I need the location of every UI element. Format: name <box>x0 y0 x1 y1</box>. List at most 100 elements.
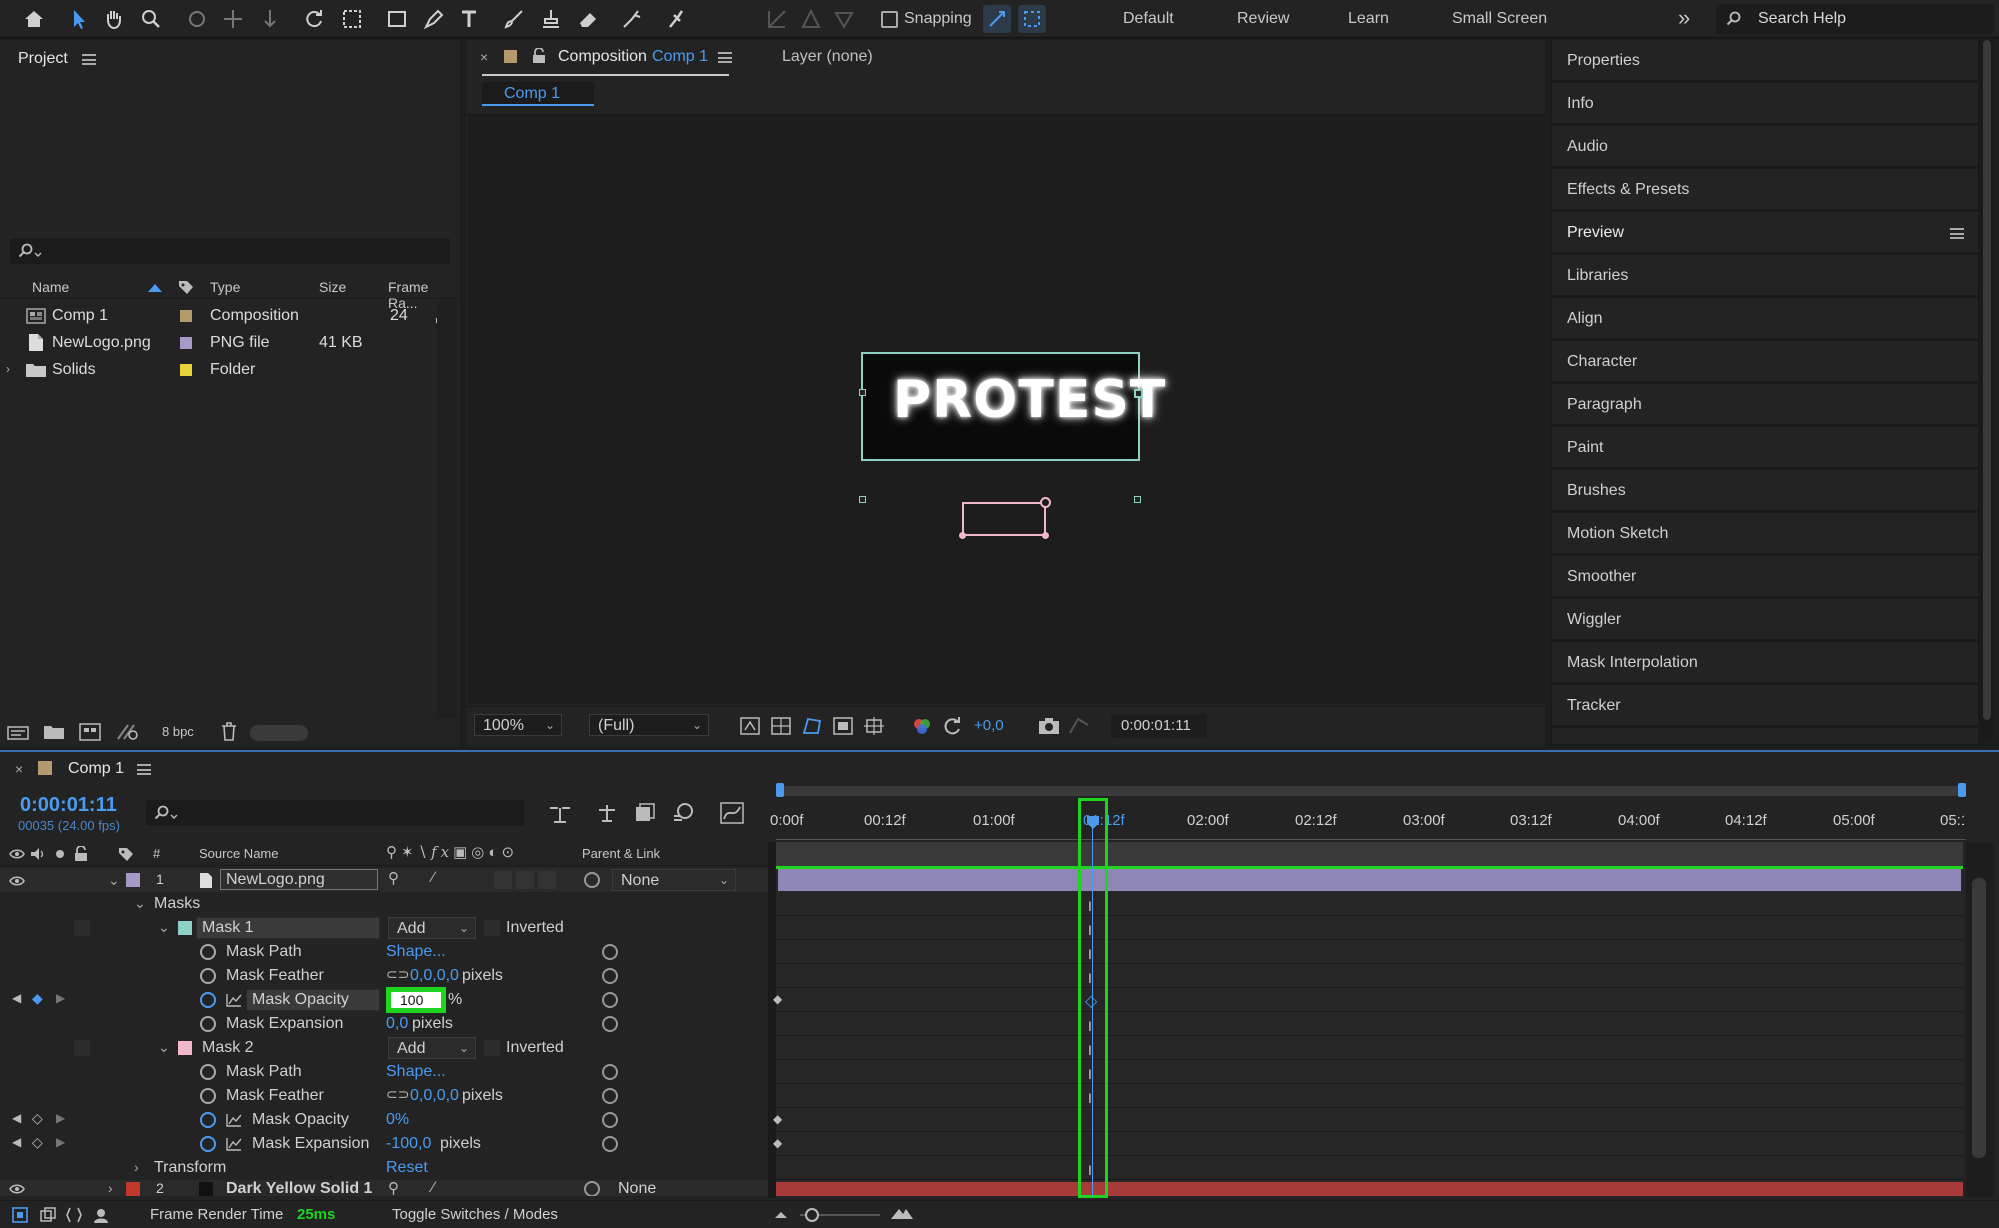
layer-expand-chevron-icon[interactable]: › <box>108 1180 113 1196</box>
mask-2-vertex[interactable] <box>1040 497 1051 508</box>
pan-behind-tool-icon[interactable] <box>338 5 366 33</box>
toggle-switches-modes-button[interactable]: Toggle Switches / Modes <box>392 1206 558 1223</box>
masks-expand-chevron-icon[interactable]: ⌄ <box>134 895 146 912</box>
zoom-out-icon[interactable] <box>774 1209 788 1219</box>
masks-group-row[interactable]: ⌄ Masks <box>0 892 770 916</box>
project-panel-title[interactable]: Project <box>18 50 68 68</box>
pickwhip-icon[interactable] <box>584 1181 600 1196</box>
comp-flowchart-icon[interactable] <box>548 804 572 824</box>
fast-previews-icon[interactable] <box>740 717 760 735</box>
switch-box[interactable] <box>538 871 556 889</box>
panel-properties[interactable]: Properties <box>1552 40 1978 82</box>
shy-switch-icon[interactable]: ⚲ <box>388 1180 399 1196</box>
pickwhip-icon[interactable] <box>602 968 618 984</box>
layer-row-2[interactable]: › 2 Dark Yellow Solid 1 ⚲ ∕ None <box>0 1180 770 1196</box>
zoom-tool-icon[interactable] <box>137 5 165 33</box>
label-tag-icon[interactable] <box>178 280 194 295</box>
workspace-overflow-icon[interactable]: » <box>1678 5 1690 31</box>
panel-paint[interactable]: Paint <box>1552 427 1978 469</box>
stopwatch-icon[interactable] <box>200 1016 216 1032</box>
eraser-tool-icon[interactable] <box>574 5 602 33</box>
panel-motion-sketch[interactable]: Motion Sketch <box>1552 513 1978 555</box>
trash-icon[interactable] <box>221 722 237 741</box>
keyframe-interp-icon[interactable]: I <box>1088 946 1092 962</box>
pickwhip-icon[interactable] <box>602 1136 618 1152</box>
stopwatch-icon[interactable] <box>200 968 216 984</box>
transparency-grid-icon[interactable] <box>771 717 791 735</box>
pan-tool-icon[interactable] <box>219 5 247 33</box>
solo-icon[interactable] <box>56 850 64 858</box>
mask-2-opacity-value[interactable]: 0% <box>386 1111 409 1129</box>
panel-audio[interactable]: Audio <box>1552 126 1978 168</box>
workspace-learn[interactable]: Learn <box>1348 10 1389 28</box>
mask-1-opacity-input[interactable]: 100 <box>400 992 423 1008</box>
mask-vertex[interactable] <box>859 389 866 396</box>
project-item-comp1[interactable]: Comp 1 Composition 24 <box>0 302 458 329</box>
mask-vertex[interactable] <box>1134 496 1141 503</box>
pickwhip-icon[interactable] <box>602 1088 618 1104</box>
scrollbar-thumb[interactable] <box>1972 878 1986 1158</box>
col-type[interactable]: Type <box>210 279 240 295</box>
orbit-tool-icon[interactable] <box>183 5 211 33</box>
snapshot-camera-icon[interactable] <box>1038 717 1060 735</box>
keyframe-interp-icon[interactable]: I <box>1088 1090 1092 1106</box>
prev-keyframe-icon[interactable]: ◀ <box>12 1111 21 1125</box>
project-item-newlogo[interactable]: NewLogo.png PNG file 41 KB <box>0 329 458 356</box>
project-settings-icon[interactable] <box>116 723 140 741</box>
label-tag-icon[interactable] <box>118 847 134 862</box>
mask-vertex[interactable] <box>859 496 866 503</box>
timeline-tab-label[interactable]: Comp 1 <box>68 760 124 778</box>
layer-label-swatch[interactable] <box>126 873 140 887</box>
panel-brushes[interactable]: Brushes <box>1552 470 1978 512</box>
constrain-link-icon[interactable]: ⊂⊃ <box>386 1086 409 1103</box>
right-panel-scrollbar[interactable] <box>1980 40 1994 740</box>
mask-1-mode-dropdown[interactable]: Add ⌄ <box>388 917 476 939</box>
panel-tracker[interactable]: Tracker <box>1552 685 1978 727</box>
visibility-eye-icon[interactable] <box>9 1183 25 1195</box>
comp-breadcrumb[interactable]: Comp 1 <box>482 82 594 106</box>
keyframe-interp-icon[interactable]: I <box>1088 898 1092 914</box>
audio-icon[interactable] <box>30 847 46 861</box>
viewer-timecode[interactable]: 0:00:01:11 <box>1111 714 1207 738</box>
mask-2-feather-value[interactable]: 0,0,0,0 <box>410 1087 459 1105</box>
preview-menu-icon[interactable] <box>1950 228 1964 239</box>
render-time-icon[interactable] <box>92 1207 110 1223</box>
col-name[interactable]: Name <box>32 279 69 295</box>
keyframe-diamond-icon[interactable]: ◆ <box>773 1112 782 1126</box>
quality-switch-icon[interactable]: ∕ <box>432 869 435 886</box>
prev-keyframe-icon[interactable]: ◀ <box>12 991 21 1005</box>
panel-effects-presets[interactable]: Effects & Presets <box>1552 169 1978 211</box>
mask-2-expand-chevron-icon[interactable]: ⌄ <box>158 1039 170 1056</box>
mask-1-color-swatch[interactable] <box>178 921 192 935</box>
shy-switch-icon[interactable]: ⚲ <box>388 869 399 887</box>
composition-viewer[interactable]: PROTEST <box>468 116 1545 704</box>
snapping-checkbox[interactable] <box>881 11 898 28</box>
in-out-icon[interactable] <box>66 1207 82 1223</box>
label-swatch[interactable] <box>180 337 192 349</box>
switch-box[interactable] <box>74 1040 90 1056</box>
layer-expand-chevron-icon[interactable]: ⌄ <box>108 872 120 889</box>
layer-switches-icon[interactable] <box>12 1207 28 1223</box>
draft-3d-icon[interactable] <box>596 802 618 824</box>
timeline-scrollbar[interactable] <box>1966 842 1994 1198</box>
keyframe-interp-icon[interactable]: I <box>1088 1042 1092 1058</box>
mask-2-vertex[interactable] <box>1042 532 1049 539</box>
mask-vertex[interactable] <box>1134 389 1143 398</box>
stopwatch-icon[interactable] <box>200 944 216 960</box>
label-swatch[interactable] <box>180 364 192 376</box>
roto-brush-tool-icon[interactable] <box>618 5 646 33</box>
exposure-value[interactable]: +0,0 <box>974 717 1004 734</box>
switch-box[interactable] <box>516 871 534 889</box>
pickwhip-icon[interactable] <box>602 1112 618 1128</box>
project-item-solids[interactable]: › Solids Folder <box>0 356 458 383</box>
keyframe-toggle-icon[interactable]: ◇ <box>32 1110 43 1127</box>
stopwatch-active-icon[interactable] <box>200 1112 216 1128</box>
pen-tool-icon[interactable] <box>420 5 448 33</box>
selection-tool-icon[interactable] <box>65 5 93 33</box>
keyframe-interp-icon[interactable]: I <box>1088 1018 1092 1034</box>
time-ruler[interactable] <box>776 782 1966 840</box>
timeline-menu-icon[interactable] <box>137 764 151 775</box>
timeline-zoom-thumb[interactable] <box>805 1208 819 1222</box>
prev-keyframe-icon[interactable]: ◀ <box>12 1135 21 1149</box>
keyframe-interp-icon[interactable]: I <box>1088 970 1092 986</box>
